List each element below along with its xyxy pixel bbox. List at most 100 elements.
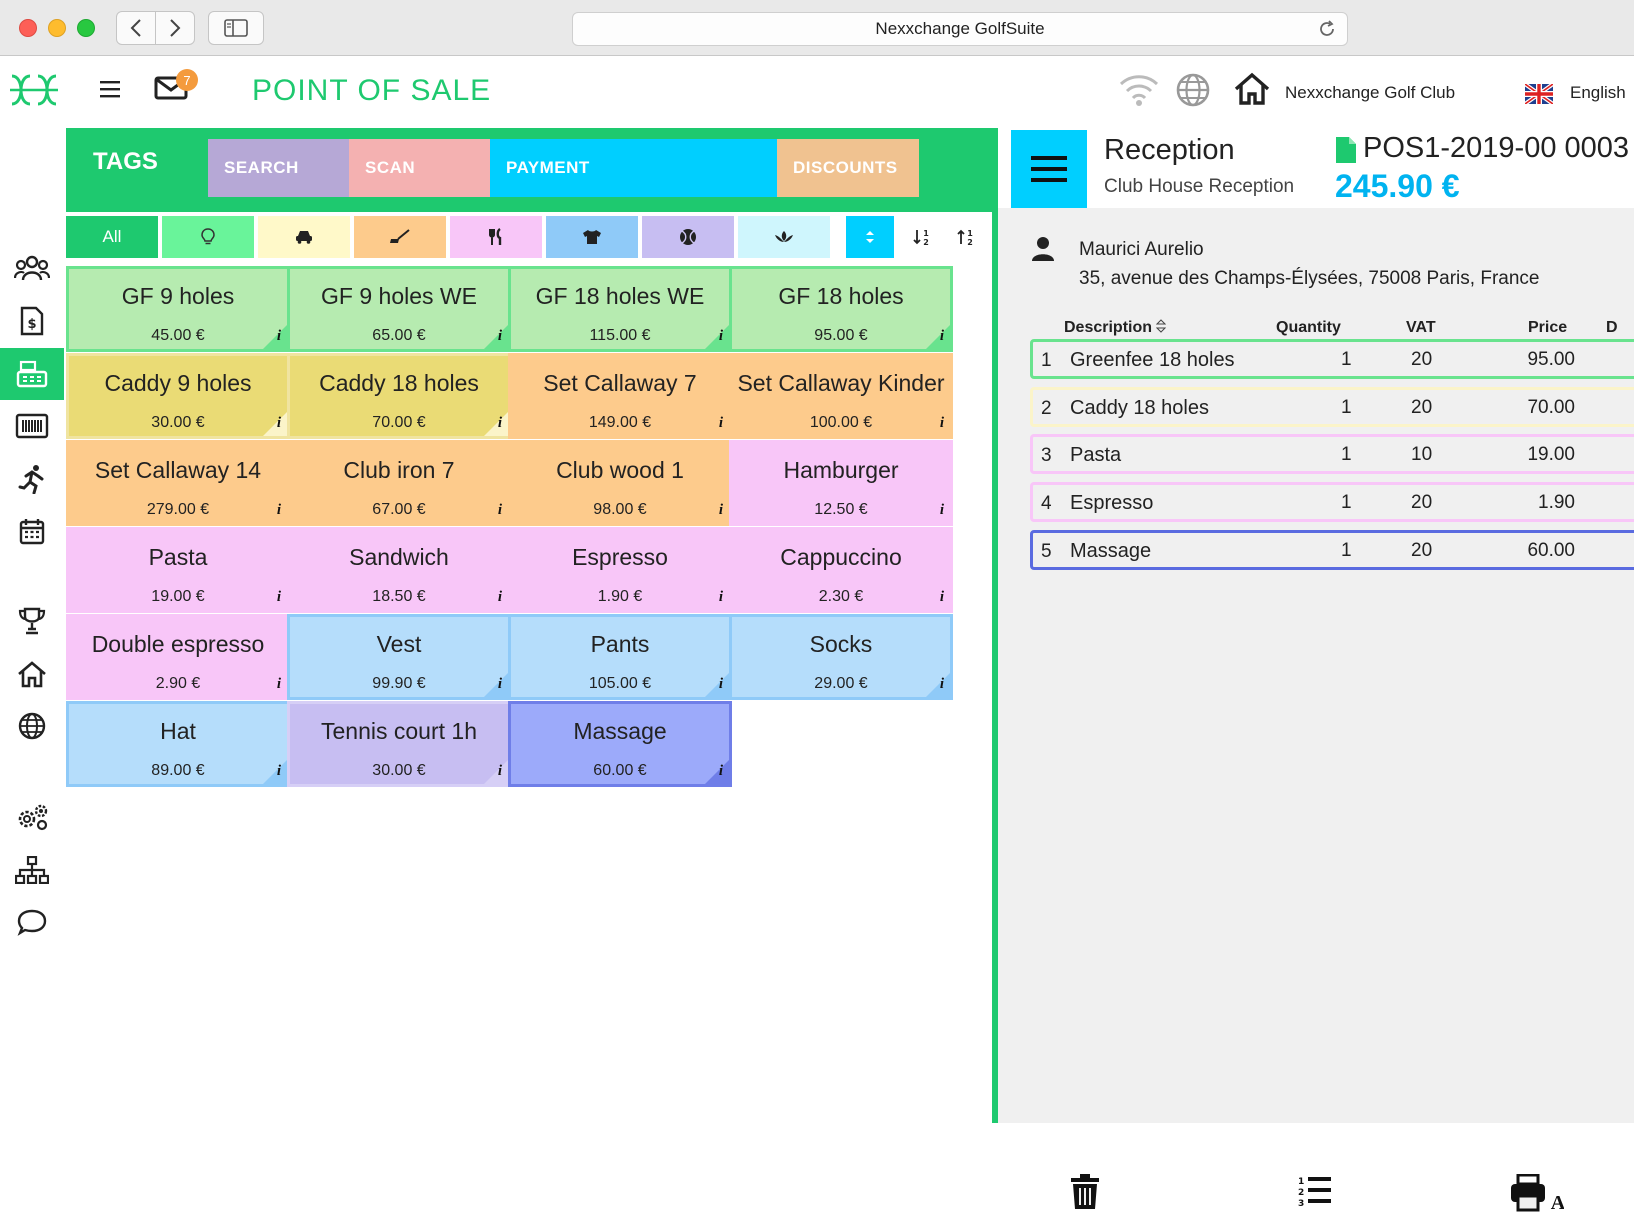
- info-icon[interactable]: i: [940, 328, 944, 345]
- receipt-line[interactable]: 5 Massage 1 20 60.00: [1030, 530, 1634, 570]
- info-icon[interactable]: i: [498, 328, 502, 345]
- info-icon[interactable]: i: [498, 502, 502, 519]
- messages-button[interactable]: 7: [154, 69, 198, 107]
- receipt-line[interactable]: 1 Greenfee 18 holes 1 20 95.00: [1030, 339, 1634, 379]
- language-selector[interactable]: English: [1570, 83, 1626, 103]
- globe-icon[interactable]: [1175, 72, 1211, 108]
- minimize-window-button[interactable]: [48, 19, 66, 37]
- tab-payment[interactable]: PAYMENT: [490, 139, 777, 197]
- nav-point-of-sale[interactable]: [0, 348, 64, 400]
- nav-web[interactable]: [0, 700, 64, 752]
- line-quantity[interactable]: 1: [1341, 540, 1352, 562]
- numbered-list-icon[interactable]: 123: [1294, 1174, 1332, 1208]
- product-tile[interactable]: Socks 29.00 € i: [729, 614, 953, 700]
- customer-name[interactable]: Maurici Aurelio: [1079, 239, 1204, 261]
- nav-members[interactable]: [0, 242, 64, 294]
- product-tile[interactable]: Espresso 1.90 € i: [508, 527, 732, 613]
- line-quantity[interactable]: 1: [1341, 492, 1352, 514]
- info-icon[interactable]: i: [277, 676, 281, 693]
- info-icon[interactable]: i: [277, 589, 281, 606]
- product-tile[interactable]: Hamburger 12.50 € i: [729, 440, 953, 526]
- tab-scan[interactable]: SCAN: [349, 139, 490, 197]
- club-name[interactable]: Nexxchange Golf Club: [1285, 83, 1455, 103]
- info-icon[interactable]: i: [498, 676, 502, 693]
- receipt-line[interactable]: 3 Pasta 1 10 19.00: [1030, 434, 1634, 474]
- sort-toggle-button[interactable]: [846, 216, 894, 258]
- product-tile[interactable]: Caddy 18 holes 70.00 € i: [287, 353, 511, 439]
- product-tile[interactable]: Set Callaway 7 149.00 € i: [508, 353, 732, 439]
- filter-golf-equipment[interactable]: [354, 216, 446, 258]
- info-icon[interactable]: i: [277, 328, 281, 345]
- info-icon[interactable]: i: [719, 328, 723, 345]
- product-tile[interactable]: Cappuccino 2.30 € i: [729, 527, 953, 613]
- filter-all[interactable]: All: [66, 216, 158, 258]
- product-tile[interactable]: Club iron 7 67.00 € i: [287, 440, 511, 526]
- line-quantity[interactable]: 1: [1341, 397, 1352, 419]
- receipt-line[interactable]: 4 Espresso 1 20 1.90: [1030, 482, 1634, 522]
- info-icon[interactable]: i: [719, 763, 723, 780]
- sort-ascending-button[interactable]: 12: [902, 216, 942, 258]
- info-icon[interactable]: i: [940, 502, 944, 519]
- nexxchange-logo[interactable]: [8, 72, 60, 108]
- product-tile[interactable]: Sandwich 18.50 € i: [287, 527, 511, 613]
- product-tile[interactable]: GF 9 holes 45.00 € i: [66, 266, 290, 352]
- info-icon[interactable]: i: [498, 415, 502, 432]
- filter-clothing[interactable]: [546, 216, 638, 258]
- nav-tournaments[interactable]: [0, 595, 64, 647]
- filter-wellness[interactable]: [738, 216, 830, 258]
- nav-home[interactable]: [0, 648, 64, 700]
- info-icon[interactable]: i: [277, 502, 281, 519]
- nav-chat[interactable]: [0, 896, 64, 948]
- info-icon[interactable]: i: [940, 676, 944, 693]
- info-icon[interactable]: i: [719, 415, 723, 432]
- product-tile[interactable]: Pasta 19.00 € i: [66, 527, 290, 613]
- hamburger-menu-icon[interactable]: [100, 80, 120, 98]
- nav-activities[interactable]: [0, 453, 64, 505]
- info-icon[interactable]: i: [498, 589, 502, 606]
- filter-lightbulb[interactable]: [162, 216, 254, 258]
- line-quantity[interactable]: 1: [1341, 444, 1352, 466]
- product-tile[interactable]: Tennis court 1h 30.00 € i: [287, 701, 511, 787]
- info-icon[interactable]: i: [719, 589, 723, 606]
- uk-flag-icon[interactable]: [1525, 84, 1553, 104]
- sidebar-toggle-button[interactable]: [208, 11, 264, 45]
- maximize-window-button[interactable]: [77, 19, 95, 37]
- nav-calendar[interactable]: [0, 505, 64, 557]
- back-button[interactable]: [117, 12, 155, 44]
- filter-tennis[interactable]: [642, 216, 734, 258]
- filter-food[interactable]: [450, 216, 542, 258]
- info-icon[interactable]: i: [719, 502, 723, 519]
- trash-icon[interactable]: [1070, 1174, 1100, 1210]
- info-icon[interactable]: i: [277, 763, 281, 780]
- info-icon[interactable]: i: [940, 415, 944, 432]
- product-tile[interactable]: GF 9 holes WE 65.00 € i: [287, 266, 511, 352]
- address-bar[interactable]: Nexxchange GolfSuite: [572, 12, 1348, 46]
- home-icon[interactable]: [1233, 72, 1271, 106]
- product-tile[interactable]: Club wood 1 98.00 € i: [508, 440, 732, 526]
- info-icon[interactable]: i: [719, 676, 723, 693]
- line-quantity[interactable]: 1: [1341, 349, 1352, 371]
- product-tile[interactable]: Pants 105.00 € i: [508, 614, 732, 700]
- filter-cart[interactable]: [258, 216, 350, 258]
- nav-settings[interactable]: [0, 791, 64, 843]
- product-tile[interactable]: Set Callaway Kinder 100.00 € i: [729, 353, 953, 439]
- receipt-menu-button[interactable]: [1011, 130, 1087, 208]
- tags-label[interactable]: TAGS: [93, 148, 158, 176]
- sort-descending-button[interactable]: 12: [946, 216, 986, 258]
- product-tile[interactable]: Hat 89.00 € i: [66, 701, 290, 787]
- close-window-button[interactable]: [19, 19, 37, 37]
- nav-barcode[interactable]: [0, 400, 64, 452]
- product-tile[interactable]: GF 18 holes 95.00 € i: [729, 266, 953, 352]
- product-tile[interactable]: GF 18 holes WE 115.00 € i: [508, 266, 732, 352]
- info-icon[interactable]: i: [498, 763, 502, 780]
- tab-search[interactable]: SEARCH: [208, 139, 349, 197]
- info-icon[interactable]: i: [277, 415, 281, 432]
- info-icon[interactable]: i: [940, 589, 944, 606]
- product-tile[interactable]: Set Callaway 14 279.00 € i: [66, 440, 290, 526]
- reload-icon[interactable]: [1317, 19, 1337, 39]
- tab-discounts[interactable]: DISCOUNTS: [777, 139, 919, 197]
- forward-button[interactable]: [155, 12, 194, 44]
- product-tile[interactable]: Caddy 9 holes 30.00 € i: [66, 353, 290, 439]
- product-tile[interactable]: Massage 60.00 € i: [508, 701, 732, 787]
- column-description[interactable]: Description: [1064, 319, 1167, 337]
